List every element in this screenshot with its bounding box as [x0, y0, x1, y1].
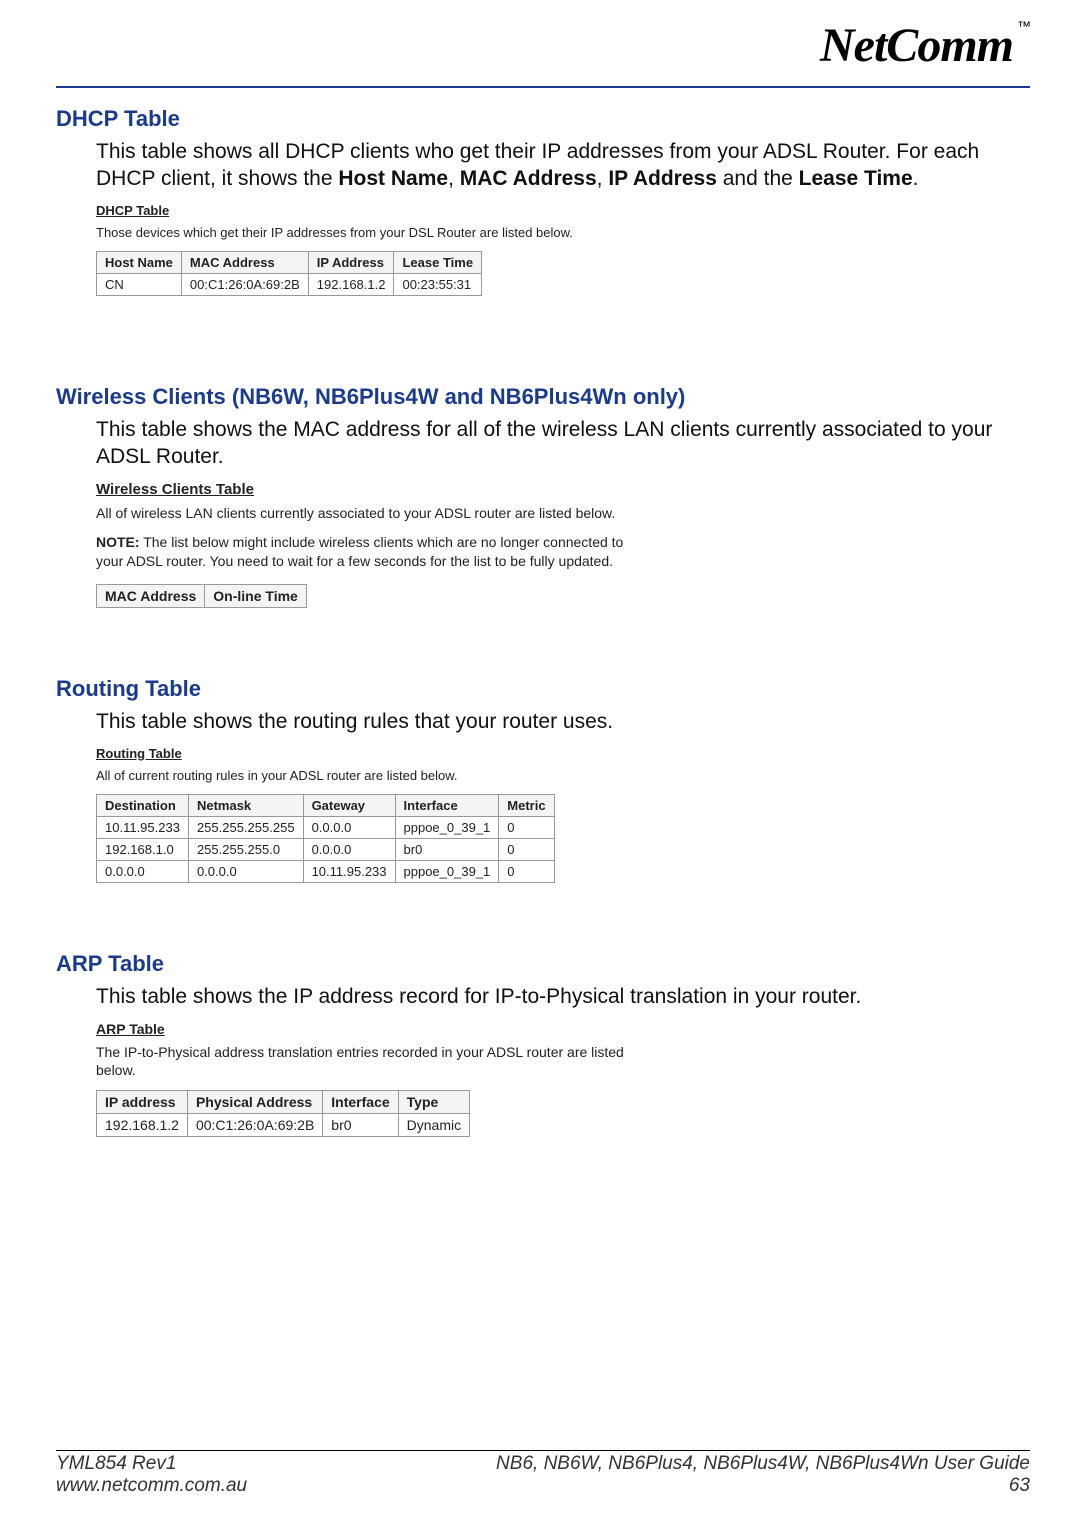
arp-table: IP address Physical Address Interface Ty…: [96, 1090, 470, 1137]
dhcp-sub-title: DHCP Table: [96, 203, 1030, 218]
cell: 192.168.1.2: [97, 1114, 188, 1137]
wireless-sub-text: All of wireless LAN clients currently as…: [96, 504, 656, 523]
cell: pppoe_0_39_1: [395, 861, 499, 883]
arp-heading: ARP Table: [56, 951, 1030, 977]
note-label: NOTE:: [96, 534, 140, 550]
text: Host Name: [338, 167, 448, 190]
cell: 0: [499, 839, 554, 861]
brand-name: NetComm: [820, 19, 1013, 72]
table-header-row: MAC Address On-line Time: [97, 585, 307, 608]
cell: 0: [499, 817, 554, 839]
col-mac-address: MAC Address: [97, 585, 205, 608]
cell: 00:C1:26:0A:69:2B: [181, 274, 308, 296]
text: ,: [597, 167, 609, 190]
text: and the: [717, 167, 799, 190]
col-destination: Destination: [97, 795, 189, 817]
page-footer: YML854 Rev1 www.netcomm.com.au NB6, NB6W…: [56, 1450, 1030, 1497]
cell: 10.11.95.233: [97, 817, 189, 839]
routing-sub-title: Routing Table: [96, 746, 1030, 761]
text: ,: [448, 167, 460, 190]
brand-tm: ™: [1017, 18, 1030, 34]
table-header-row: IP address Physical Address Interface Ty…: [97, 1091, 470, 1114]
cell: 0.0.0.0: [188, 861, 303, 883]
dhcp-sub-text: Those devices which get their IP address…: [96, 224, 656, 242]
table-header-row: Host Name MAC Address IP Address Lease T…: [97, 252, 482, 274]
wireless-desc: This table shows the MAC address for all…: [96, 416, 1030, 471]
routing-sub-text: All of current routing rules in your ADS…: [96, 767, 656, 785]
cell: br0: [323, 1114, 398, 1137]
footer-rev: YML854 Rev1: [56, 1453, 247, 1475]
col-lease-time: Lease Time: [394, 252, 482, 274]
table-row: CN 00:C1:26:0A:69:2B 192.168.1.2 00:23:5…: [97, 274, 482, 296]
table-row: 0.0.0.0 0.0.0.0 10.11.95.233 pppoe_0_39_…: [97, 861, 555, 883]
col-physical-address: Physical Address: [187, 1091, 322, 1114]
dhcp-heading: DHCP Table: [56, 106, 1030, 132]
cell: Dynamic: [398, 1114, 469, 1137]
cell: 192.168.1.2: [308, 274, 394, 296]
col-interface: Interface: [323, 1091, 398, 1114]
table-row: 10.11.95.233 255.255.255.255 0.0.0.0 ppp…: [97, 817, 555, 839]
cell: 0.0.0.0: [303, 839, 395, 861]
cell: 192.168.1.0: [97, 839, 189, 861]
footer-url: www.netcomm.com.au: [56, 1475, 247, 1497]
arp-sub-title: ARP Table: [96, 1021, 1030, 1037]
col-interface: Interface: [395, 795, 499, 817]
cell: 0.0.0.0: [303, 817, 395, 839]
col-host-name: Host Name: [97, 252, 182, 274]
cell: 0: [499, 861, 554, 883]
cell: 10.11.95.233: [303, 861, 395, 883]
routing-table: Destination Netmask Gateway Interface Me…: [96, 794, 555, 883]
arp-sub-text: The IP-to-Physical address translation e…: [96, 1043, 656, 1081]
wireless-note: NOTE: The list below might include wirel…: [96, 533, 626, 571]
table-row: 192.168.1.2 00:C1:26:0A:69:2B br0 Dynami…: [97, 1114, 470, 1137]
wireless-sub-title: Wireless Clients Table: [96, 481, 1030, 498]
note-text: The list below might include wireless cl…: [96, 534, 623, 569]
text: MAC Address: [460, 167, 597, 190]
table-row: 192.168.1.0 255.255.255.0 0.0.0.0 br0 0: [97, 839, 555, 861]
cell: br0: [395, 839, 499, 861]
table-header-row: Destination Netmask Gateway Interface Me…: [97, 795, 555, 817]
footer-page-number: 63: [496, 1475, 1030, 1497]
col-online-time: On-line Time: [205, 585, 307, 608]
cell: 00:C1:26:0A:69:2B: [187, 1114, 322, 1137]
dhcp-table: Host Name MAC Address IP Address Lease T…: [96, 251, 482, 296]
cell: CN: [97, 274, 182, 296]
cell: 255.255.255.255: [188, 817, 303, 839]
text: IP Address: [608, 167, 717, 190]
routing-desc: This table shows the routing rules that …: [96, 708, 1030, 735]
col-type: Type: [398, 1091, 469, 1114]
footer-guide-title: NB6, NB6W, NB6Plus4, NB6Plus4W, NB6Plus4…: [496, 1453, 1030, 1475]
wireless-heading: Wireless Clients (NB6W, NB6Plus4W and NB…: [56, 384, 1030, 410]
cell: 255.255.255.0: [188, 839, 303, 861]
cell: pppoe_0_39_1: [395, 817, 499, 839]
footer-rule: [56, 1450, 1030, 1451]
brand-logo: NetComm™: [820, 18, 1030, 73]
header-rule: [56, 86, 1030, 88]
col-mac-address: MAC Address: [181, 252, 308, 274]
text: Lease Time: [799, 167, 913, 190]
col-gateway: Gateway: [303, 795, 395, 817]
col-ip-address: IP Address: [308, 252, 394, 274]
routing-heading: Routing Table: [56, 676, 1030, 702]
col-netmask: Netmask: [188, 795, 303, 817]
wireless-table: MAC Address On-line Time: [96, 584, 307, 608]
col-ip-address: IP address: [97, 1091, 188, 1114]
text: .: [913, 167, 919, 190]
arp-desc: This table shows the IP address record f…: [96, 983, 1030, 1010]
cell: 00:23:55:31: [394, 274, 482, 296]
cell: 0.0.0.0: [97, 861, 189, 883]
col-metric: Metric: [499, 795, 554, 817]
dhcp-desc: This table shows all DHCP clients who ge…: [96, 138, 1030, 193]
